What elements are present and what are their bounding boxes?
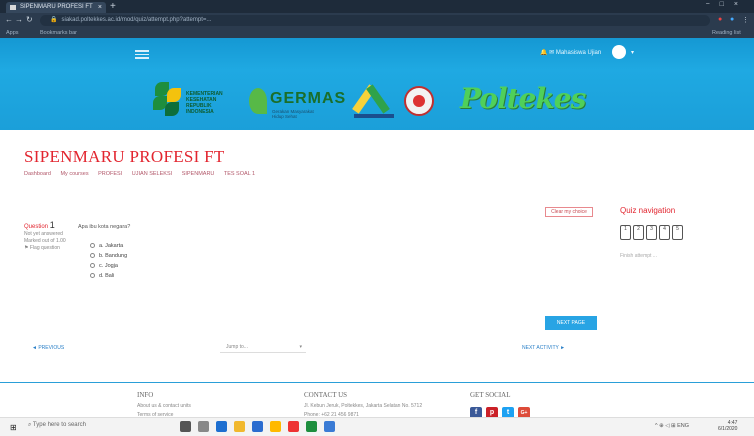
footer-contact-title: CONTACT US bbox=[304, 391, 348, 399]
app-icon[interactable] bbox=[324, 421, 335, 432]
leaf-icon bbox=[249, 88, 267, 114]
quiz-nav-button[interactable]: 2 bbox=[633, 225, 644, 240]
answer-option[interactable]: c. Jogja bbox=[90, 263, 118, 269]
chevron-down-icon[interactable]: ▾ bbox=[631, 49, 634, 56]
page-title: SIPENMARU PROFESI FT bbox=[24, 147, 225, 166]
explorer-icon[interactable] bbox=[234, 421, 245, 432]
minimize-icon[interactable]: − bbox=[706, 1, 720, 8]
extension-icon[interactable]: ● bbox=[718, 16, 722, 23]
answer-option[interactable]: b. Bandung bbox=[90, 253, 127, 259]
forward-icon[interactable]: → bbox=[15, 15, 23, 24]
question-number: 1 bbox=[49, 220, 55, 230]
bookmarks-bar: Apps Bookmarks bar Reading list bbox=[0, 28, 754, 38]
new-tab-button[interactable]: + bbox=[110, 1, 116, 12]
question-label: Question bbox=[24, 224, 49, 230]
user-menu[interactable]: 🔔 ✉ Mahasiswa Ujian bbox=[540, 49, 601, 56]
address-bar-row: ← → ↻ 🔒 siakad.poltekkes.ac.id/mod/quiz/a… bbox=[0, 13, 754, 28]
maximize-icon[interactable]: □ bbox=[720, 1, 734, 8]
footer-info-line[interactable]: About us & contact units bbox=[137, 403, 191, 409]
browser-tab-bar: SIPENMARU PROFESI FT × + −□× bbox=[0, 0, 754, 13]
app-icon[interactable] bbox=[198, 421, 209, 432]
task-view-icon[interactable] bbox=[180, 421, 191, 432]
edge-icon[interactable] bbox=[216, 421, 227, 432]
app-icon[interactable] bbox=[306, 421, 317, 432]
question-marks: Marked out of 1.00 bbox=[24, 238, 66, 244]
quiz-nav-button[interactable]: 5 bbox=[672, 225, 683, 240]
radio-button[interactable] bbox=[90, 243, 95, 249]
user-name: Mahasiswa Ujian bbox=[555, 50, 602, 56]
previous-activity-link[interactable]: ◄ PREVIOUS bbox=[32, 345, 64, 351]
quiz-nav-button[interactable]: 1 bbox=[620, 225, 631, 240]
clear-choice-button[interactable]: Clear my choice bbox=[545, 207, 593, 217]
browser-tab[interactable]: SIPENMARU PROFESI FT × bbox=[6, 2, 106, 13]
moodle-navbar: 🔔 ✉ Mahasiswa Ujian ▾ bbox=[0, 38, 754, 70]
germas-logo: GERMAS Gerakan Masyarakat Hidup Sehat bbox=[245, 80, 345, 124]
system-tray[interactable]: ^ ⊕ ◁ ⊞ ENG bbox=[655, 423, 689, 429]
poltekes-logo-text: Poltekes bbox=[460, 82, 586, 115]
radio-button[interactable] bbox=[90, 253, 95, 259]
germas-subtitle: Gerakan Masyarakat Hidup Sehat bbox=[272, 109, 314, 119]
radio-button[interactable] bbox=[90, 273, 95, 279]
url-field[interactable]: 🔒 siakad.poltekkes.ac.id/mod/quiz/attempt… bbox=[40, 15, 710, 26]
poltekkes-seal-icon bbox=[404, 86, 434, 116]
germas-text: GERMAS bbox=[270, 90, 347, 107]
breadcrumb-item[interactable]: SIPENMARU bbox=[182, 171, 215, 177]
answer-option[interactable]: a. Jakarta bbox=[90, 243, 123, 249]
windows-taskbar: ⊞ ⌕ Type here to search ^ ⊕ ◁ ⊞ ENG 4:47… bbox=[0, 417, 754, 436]
footer-info-title: INFO bbox=[137, 391, 154, 399]
question-status: Not yet answered bbox=[24, 231, 63, 237]
breadcrumb-item[interactable]: PROFESI bbox=[98, 171, 122, 177]
footer-social-title: GET SOCIAL bbox=[470, 391, 511, 399]
footer-contact-line: Jl. Kebun Jeruk, Poltekkes, Jakarta Sela… bbox=[304, 403, 423, 409]
favicon-icon bbox=[10, 5, 16, 10]
avatar[interactable] bbox=[612, 45, 626, 59]
windows-start-icon[interactable]: ⊞ bbox=[10, 423, 17, 432]
mail-icon[interactable] bbox=[252, 421, 263, 432]
quiz-nav-button[interactable]: 3 bbox=[646, 225, 657, 240]
bookmark-folder[interactable]: Bookmarks bar bbox=[40, 28, 77, 38]
question-info: Question 1 Not yet answered Marked out o… bbox=[24, 220, 70, 252]
chevron-down-icon: ▾ bbox=[299, 344, 302, 350]
breadcrumb: Dashboard My courses PROFESI UJIAN SELEK… bbox=[24, 171, 263, 177]
kemenkes-logo: KEMENTERIAN KESEHATAN REPUBLIK INDONESIA bbox=[145, 78, 255, 122]
next-activity-link[interactable]: NEXT ACTIVITY ► bbox=[522, 345, 565, 351]
bookmark-apps[interactable]: Apps bbox=[6, 28, 19, 38]
page-footer: INFO About us & contact units Terms of s… bbox=[0, 382, 754, 419]
breadcrumb-item[interactable]: UJIAN SELEKSI bbox=[132, 171, 172, 177]
quiz-navigation-title: Quiz navigation bbox=[620, 206, 676, 215]
next-page-button[interactable]: NEXT PAGE bbox=[545, 316, 597, 330]
menu-icon[interactable]: ⋮ bbox=[742, 16, 749, 24]
lock-icon: 🔒 bbox=[50, 17, 58, 23]
hamburger-menu-icon[interactable] bbox=[135, 50, 149, 59]
radio-button[interactable] bbox=[90, 263, 95, 269]
bersih-logo-icon bbox=[352, 80, 398, 120]
flag-question[interactable]: ⚑ Flag question bbox=[24, 245, 70, 252]
close-tab-icon[interactable]: × bbox=[98, 2, 102, 13]
finish-attempt-link[interactable]: Finish attempt ... bbox=[620, 253, 657, 259]
clock[interactable]: 4:47 6/1/2020 bbox=[718, 420, 737, 432]
chrome-icon[interactable] bbox=[288, 421, 299, 432]
breadcrumb-item[interactable]: TES SOAL 1 bbox=[224, 171, 255, 177]
question-text: Apa ibu kota negara? bbox=[78, 224, 131, 230]
breadcrumb-item[interactable]: My courses bbox=[60, 171, 88, 177]
answer-option[interactable]: d. Bali bbox=[90, 273, 114, 279]
profile-icon[interactable]: ● bbox=[730, 16, 734, 23]
jump-to-select[interactable]: Jump to... ▾ bbox=[220, 342, 306, 353]
tab-title: SIPENMARU PROFESI FT bbox=[20, 4, 93, 10]
window-controls[interactable]: −□× bbox=[706, 1, 748, 8]
reading-list[interactable]: Reading list bbox=[712, 28, 741, 38]
kemenkes-text: KEMENTERIAN KESEHATAN REPUBLIK INDONESIA bbox=[186, 91, 223, 115]
store-icon[interactable] bbox=[270, 421, 281, 432]
taskbar-search[interactable]: ⌕ Type here to search bbox=[28, 422, 86, 429]
reload-icon[interactable]: ↻ bbox=[26, 15, 33, 24]
close-window-icon[interactable]: × bbox=[734, 1, 748, 8]
back-icon[interactable]: ← bbox=[5, 15, 13, 24]
url-text: siakad.poltekkes.ac.id/mod/quiz/attempt.… bbox=[61, 17, 212, 23]
breadcrumb-item[interactable]: Dashboard bbox=[24, 171, 51, 177]
quiz-nav-button[interactable]: 4 bbox=[659, 225, 670, 240]
